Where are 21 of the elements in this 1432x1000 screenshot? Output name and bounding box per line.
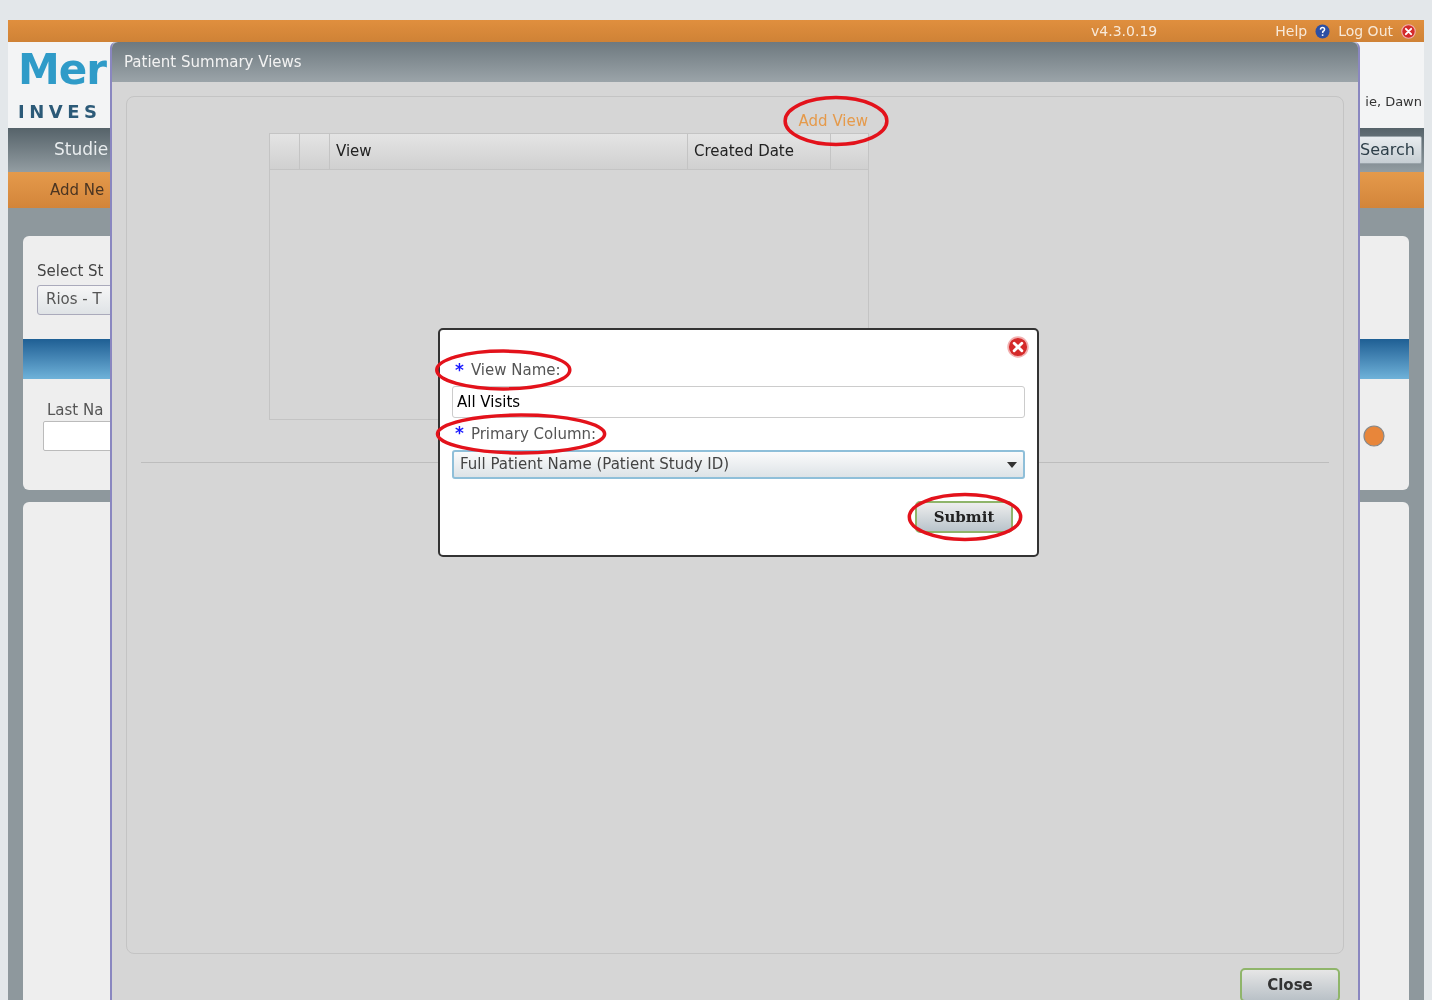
primary-column-select[interactable]: Full Patient Name (Patient Study ID) (452, 450, 1025, 479)
field-label: View Name: (470, 360, 561, 381)
column-header[interactable]: View (330, 134, 688, 169)
dropdown-arrow-icon (1007, 461, 1017, 468)
window-title: Patient Summary Views (124, 51, 302, 73)
logout-icon[interactable] (1401, 23, 1416, 39)
field-label: Primary Column: (470, 423, 597, 445)
select-study-label: Select St (37, 261, 104, 282)
required-mark: * (455, 361, 464, 379)
version-label: v4.3.0.19 (1091, 21, 1158, 41)
logo-tagline: INVES (18, 100, 103, 124)
close-button[interactable]: Close (1240, 968, 1340, 1000)
last-name-label: Last Na (47, 399, 104, 421)
submit-button[interactable]: Submit (915, 501, 1013, 533)
view-name-field[interactable]: All Visits (452, 385, 1025, 418)
user-name: ie, Dawn (1365, 93, 1422, 111)
logo-word: Mer (18, 44, 106, 96)
close-icon[interactable] (1007, 336, 1029, 358)
add-new-link[interactable]: Add Ne (50, 178, 105, 202)
required-mark: * (455, 425, 464, 443)
column-header[interactable]: Created Date (688, 134, 831, 169)
